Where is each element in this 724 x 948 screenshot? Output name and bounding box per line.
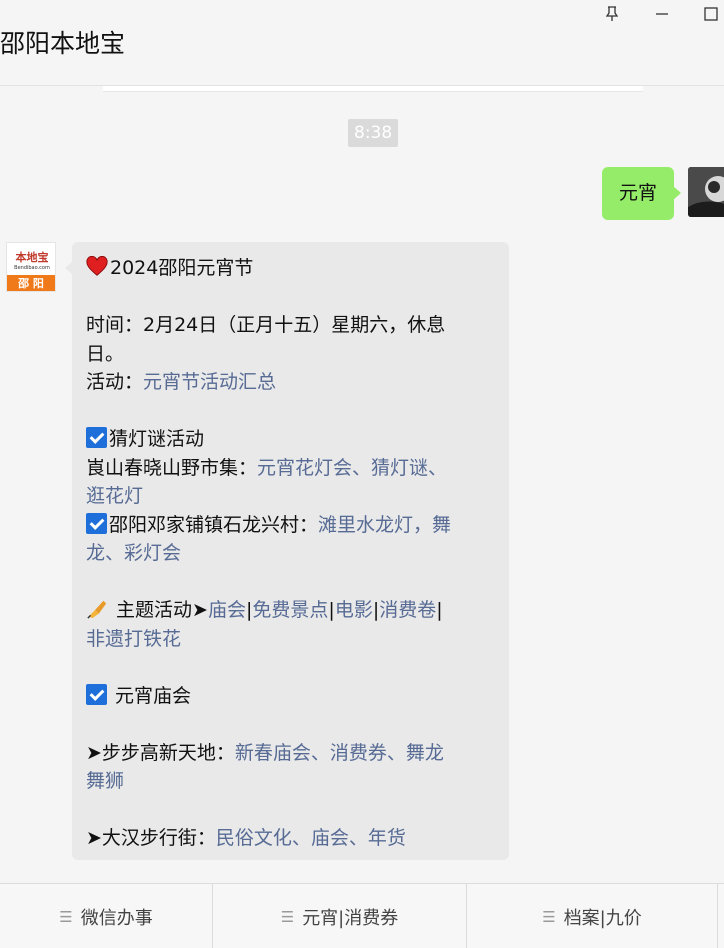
dahan-line: ➤大汉步行街：民俗文化、庙会、年货 bbox=[86, 827, 406, 849]
theme-link-3[interactable]: 电影 bbox=[335, 599, 373, 621]
avatar-city: 邵 阳 bbox=[7, 275, 55, 291]
pin-icon[interactable] bbox=[600, 2, 624, 26]
langshan-link-cont[interactable]: 逛花灯 bbox=[86, 485, 143, 507]
section-title-lantern: 猜灯谜活动 bbox=[86, 425, 495, 454]
avatar-brand: 本地宝 bbox=[15, 251, 49, 264]
checkbox-icon bbox=[86, 427, 107, 448]
bottom-menu: ☰ 微信办事 ☰ 元宵|消费券 ☰ 档案|九价 bbox=[0, 883, 724, 948]
menu-icon: ☰ bbox=[542, 907, 556, 926]
menu-item-lantern-coupons[interactable]: ☰ 元宵|消费券 bbox=[213, 884, 467, 948]
outgoing-message[interactable]: 元宵 bbox=[602, 167, 681, 220]
langshan-line: 崀山春晓山野市集：元宵花灯会、猜灯谜、 bbox=[86, 456, 448, 479]
user-avatar[interactable] bbox=[688, 167, 724, 217]
minimize-icon[interactable] bbox=[650, 2, 674, 26]
theme-line: 主题活动➤庙会|免费景点|电影|消费卷| bbox=[86, 596, 495, 625]
bubugao-line: ➤步步高新天地：新春庙会、消费券、舞龙 bbox=[86, 741, 444, 764]
incoming-message: 2024邵阳元宵节 时间：2月24日（正月十五）星期六，休息 日。 活动：元宵节… bbox=[65, 242, 509, 860]
menu-item-wechat-services[interactable]: ☰ 微信办事 bbox=[0, 884, 213, 948]
history-bar bbox=[103, 86, 643, 92]
shilong-link[interactable]: 滩里水龙灯，舞 bbox=[318, 514, 451, 536]
bubugao-link[interactable]: 新春庙会、消费券、舞龙 bbox=[235, 742, 444, 764]
shilong-link-cont[interactable]: 龙、彩灯会 bbox=[86, 542, 181, 564]
time-line: 时间：2月24日（正月十五）星期六，休息 bbox=[86, 314, 446, 336]
theme-link-1[interactable]: 庙会 bbox=[208, 599, 246, 621]
activity-line: 活动：元宵节活动汇总 bbox=[86, 371, 277, 393]
shilong-line: 邵阳邓家铺镇石龙兴村：滩里水龙灯，舞 bbox=[86, 511, 495, 540]
menu-item-archives-hpv[interactable]: ☰ 档案|九价 bbox=[467, 884, 718, 948]
theme-link-2[interactable]: 免费景点 bbox=[252, 599, 328, 621]
temple-fair-title: 元宵庙会 bbox=[86, 682, 495, 711]
menu-icon: ☰ bbox=[59, 907, 73, 926]
checkbox-icon bbox=[86, 512, 107, 534]
maximize-icon[interactable] bbox=[699, 2, 723, 26]
checkbox-icon bbox=[86, 683, 107, 705]
dahan-link[interactable]: 民俗文化、庙会、年货 bbox=[216, 827, 406, 849]
bendibao-avatar[interactable]: 本地宝 Bendibao.com 邵 阳 bbox=[6, 242, 56, 292]
writing-hand-icon bbox=[87, 600, 107, 619]
theme-link-4[interactable]: 消费卷 bbox=[379, 599, 436, 621]
title-bar: 邵阳本地宝 bbox=[0, 0, 724, 86]
menu-icon: ☰ bbox=[280, 907, 295, 926]
message-timestamp: 8:38 bbox=[348, 119, 399, 147]
window-title: 邵阳本地宝 bbox=[0, 29, 126, 58]
time-line-cont: 日。 bbox=[86, 342, 125, 365]
bubugao-link-cont[interactable]: 舞狮 bbox=[86, 770, 124, 792]
chat-area[interactable]: 8:38 元宵 本地宝 Bendibao.com 邵 阳 2024邵阳元宵节 时… bbox=[0, 86, 724, 883]
theme-link-5[interactable]: 非遗打铁花 bbox=[86, 628, 181, 650]
heart-icon bbox=[86, 256, 108, 276]
avatar-sub: Bendibao.com bbox=[14, 265, 50, 271]
activity-link[interactable]: 元宵节活动汇总 bbox=[143, 371, 276, 393]
message-heading: 2024邵阳元宵节 bbox=[86, 254, 495, 283]
langshan-link[interactable]: 元宵花灯会、猜灯谜、 bbox=[257, 457, 447, 479]
